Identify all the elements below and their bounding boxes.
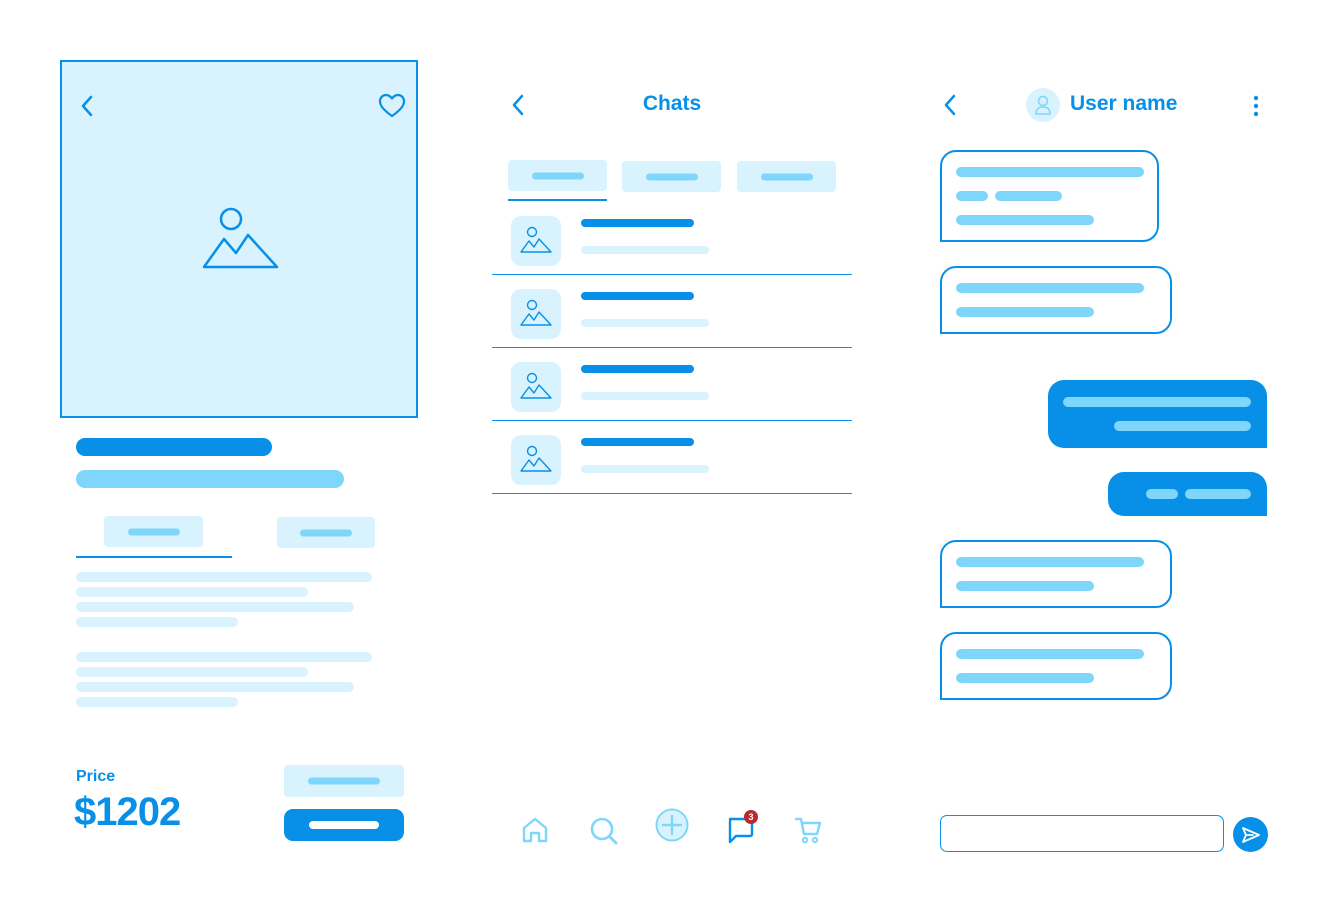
image-placeholder-icon — [202, 205, 280, 271]
cart-icon — [794, 817, 822, 844]
price-value: $1202 — [74, 790, 181, 834]
favorite-button[interactable] — [378, 93, 406, 119]
contact-name: User name — [1070, 92, 1178, 115]
chat-name — [581, 292, 694, 300]
nav-cart[interactable] — [793, 815, 823, 845]
send-icon — [1242, 827, 1260, 843]
chevron-left-icon — [512, 94, 524, 116]
chat-name — [581, 219, 694, 227]
chat-preview — [581, 246, 709, 254]
chat-avatar — [511, 435, 561, 485]
chat-avatar — [511, 362, 561, 412]
buy-now-button[interactable] — [284, 809, 404, 841]
outgoing-message — [1048, 380, 1267, 448]
page-title: Chats — [642, 92, 702, 115]
incoming-message — [940, 632, 1172, 700]
chat-preview — [581, 392, 709, 400]
nav-home[interactable] — [520, 815, 550, 845]
search-icon — [590, 817, 618, 845]
chat-list-item[interactable] — [492, 276, 852, 348]
chat-list-item[interactable] — [492, 203, 852, 275]
add-icon — [655, 808, 689, 842]
message-input[interactable] — [940, 815, 1224, 852]
back-button[interactable] — [509, 93, 529, 117]
tab-active-underline — [76, 556, 232, 558]
tab-reviews[interactable] — [277, 517, 375, 548]
heart-icon — [378, 93, 406, 118]
product-subtitle — [76, 470, 344, 488]
image-placeholder-icon — [520, 299, 552, 326]
chat-name — [581, 438, 694, 446]
incoming-message — [940, 540, 1172, 608]
incoming-message — [940, 266, 1172, 334]
image-placeholder-icon — [520, 372, 552, 399]
tab-description[interactable] — [104, 516, 203, 547]
chat-preview — [581, 319, 709, 327]
tab-filter-2[interactable] — [622, 161, 721, 192]
product-image — [60, 60, 418, 418]
home-icon — [522, 817, 548, 843]
chat-preview — [581, 465, 709, 473]
chat-list-item[interactable] — [492, 349, 852, 421]
tab-filter-1[interactable] — [508, 160, 607, 191]
send-button[interactable] — [1233, 817, 1268, 852]
image-placeholder-icon — [520, 445, 552, 472]
user-icon — [1035, 95, 1051, 115]
price-label: Price — [76, 768, 116, 785]
add-to-cart-button[interactable] — [284, 765, 404, 797]
back-button[interactable] — [78, 94, 98, 118]
chat-list-item[interactable] — [492, 422, 852, 494]
nav-search[interactable] — [588, 815, 620, 847]
product-title — [76, 438, 272, 456]
image-placeholder-icon — [520, 226, 552, 253]
chevron-left-icon — [944, 94, 956, 116]
more-options-button[interactable] — [1250, 95, 1262, 117]
nav-add[interactable] — [655, 808, 689, 842]
tab-filter-3[interactable] — [737, 161, 836, 192]
incoming-message — [940, 150, 1159, 242]
tab-active-underline — [508, 199, 607, 201]
avatar — [1026, 88, 1060, 122]
chevron-left-icon — [81, 95, 93, 117]
chat-avatar — [511, 216, 561, 266]
more-vertical-icon — [1253, 95, 1259, 117]
back-button[interactable] — [941, 93, 961, 117]
chat-name — [581, 365, 694, 373]
outgoing-message — [1108, 472, 1267, 516]
unread-badge: 3 — [744, 810, 758, 824]
chat-avatar — [511, 289, 561, 339]
